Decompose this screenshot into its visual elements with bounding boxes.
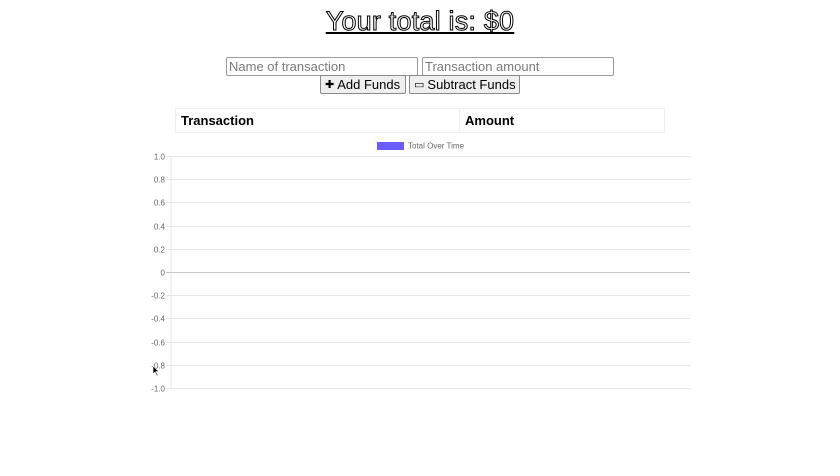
y-tick-label: 0.2 xyxy=(154,246,166,255)
legend-swatch xyxy=(377,142,404,150)
y-tick-label: -0.4 xyxy=(151,315,165,324)
y-tick-label: -1.0 xyxy=(151,385,165,394)
y-tick-label: 0.6 xyxy=(154,199,166,208)
y-tick-label: 0.8 xyxy=(154,176,166,185)
mouse-cursor-icon xyxy=(153,366,160,376)
total-over-time-chart: Total Over Time 1.0 0.8 0.6 0.4 0.2 0 -0.2 -0.4 -… xyxy=(151,142,690,394)
legend-label: Total Over Time xyxy=(408,142,465,151)
y-tick-label: 0.4 xyxy=(154,223,166,232)
y-tick-label: -0.2 xyxy=(151,292,165,301)
budget-page: Your total is: $0 ✚ Add Funds ▭ Subtract… xyxy=(0,0,840,476)
y-tick-label: 0 xyxy=(161,269,166,278)
y-tick-label: 1.0 xyxy=(154,153,166,162)
y-tick-label: -0.6 xyxy=(151,339,165,348)
